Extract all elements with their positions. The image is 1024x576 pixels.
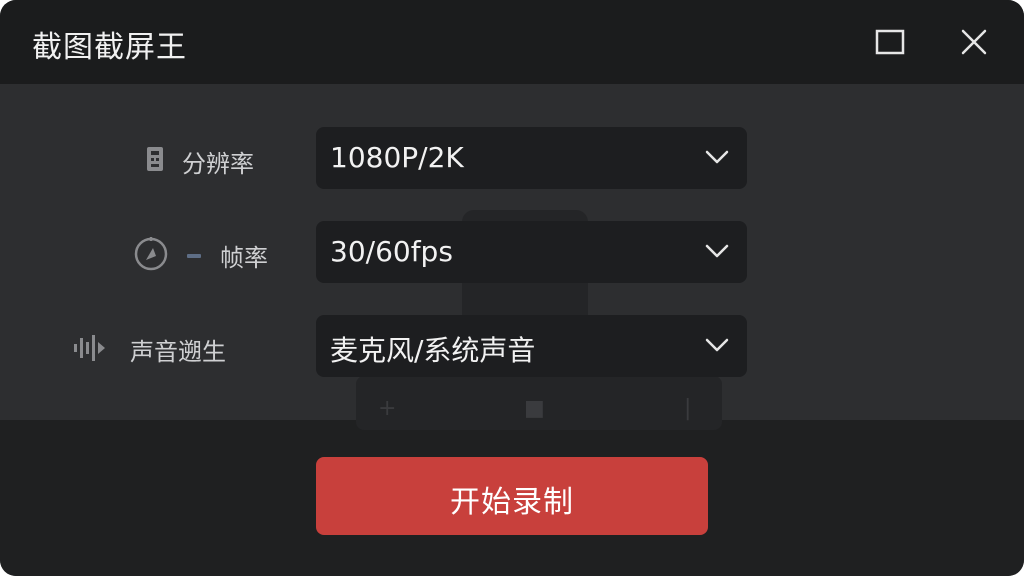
framerate-label: 帧率: [220, 244, 268, 272]
start-recording-label: 开始录制: [450, 485, 574, 520]
start-recording-button[interactable]: 开始录制: [316, 457, 708, 535]
audio-label: 声音遡生: [130, 338, 226, 366]
app-window: 截图截屏王 + ■ | 分辨率 1080P/2K 帧率 30/60fps 声音遡…: [0, 0, 1024, 576]
close-button[interactable]: [956, 24, 992, 60]
timer-icon: [134, 237, 168, 271]
title-bar: 截图截屏王: [0, 0, 1024, 84]
maximize-icon: [875, 29, 905, 55]
resolution-icon: [147, 147, 163, 171]
waveform-icon: [74, 335, 105, 361]
chevron-down-icon: [705, 338, 729, 352]
chevron-down-icon: [705, 150, 729, 164]
close-icon: [961, 29, 987, 55]
window-title: 截图截屏王: [32, 30, 187, 65]
ghost-square-icon: ■: [524, 396, 545, 421]
resolution-label: 分辨率: [182, 150, 254, 178]
audio-select[interactable]: 麦克风/系统声音: [316, 315, 747, 377]
resolution-value: 1080P/2K: [330, 141, 464, 174]
dash-icon: [187, 254, 201, 258]
resolution-select[interactable]: 1080P/2K: [316, 127, 747, 189]
framerate-value: 30/60fps: [330, 235, 453, 268]
audio-value: 麦克风/系统声音: [330, 334, 536, 367]
maximize-button[interactable]: [872, 24, 908, 60]
framerate-select[interactable]: 30/60fps: [316, 221, 747, 283]
ghost-plus-icon: +: [378, 396, 397, 421]
ghost-bar-icon: |: [684, 396, 692, 421]
chevron-down-icon: [705, 244, 729, 258]
